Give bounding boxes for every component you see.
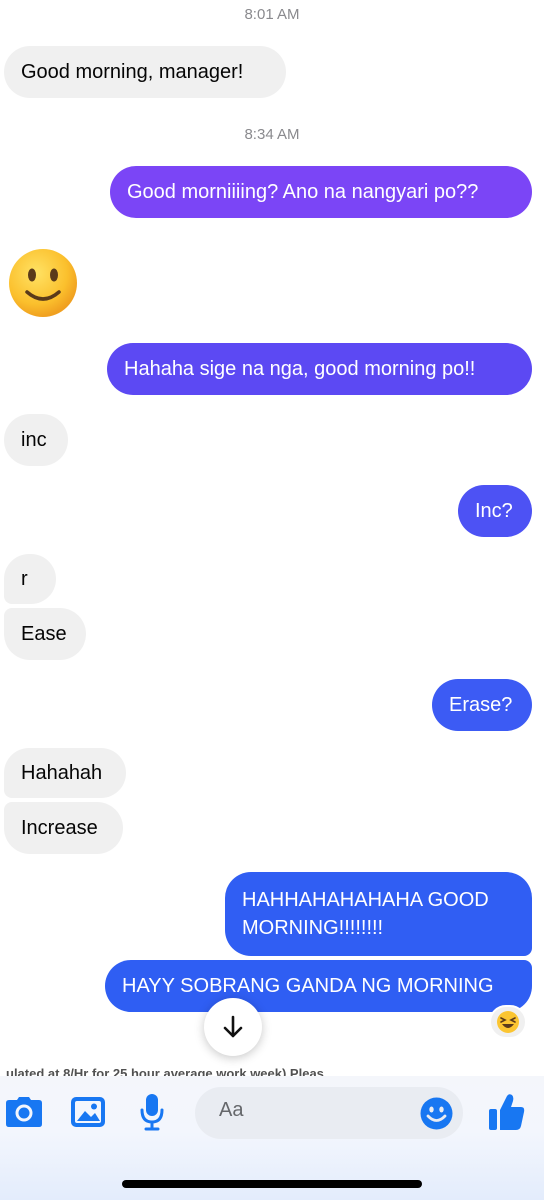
timestamp: 8:34 AM (244, 126, 300, 143)
scroll-to-bottom-button[interactable] (204, 998, 262, 1056)
reaction-badge[interactable] (489, 1005, 527, 1039)
timestamp: 8:01 AM (244, 6, 300, 23)
laughing-squinting-face-icon (497, 1011, 519, 1033)
message-outgoing[interactable]: Good morniiiing? Ano na nangyari po?? (110, 166, 532, 218)
message-outgoing[interactable]: Hahaha sige na nga, good morning po!! (107, 343, 532, 395)
thumbs-up-icon[interactable] (488, 1092, 526, 1132)
message-incoming[interactable]: inc (4, 414, 68, 466)
camera-icon[interactable] (5, 1096, 43, 1128)
message-outgoing[interactable]: HAYY SOBRANG GANDA NG MORNING (105, 960, 532, 1012)
microphone-icon[interactable] (139, 1093, 165, 1131)
message-input-placeholder: Aa (219, 1099, 244, 1121)
slightly-smiling-face-icon[interactable] (8, 248, 78, 318)
message-incoming[interactable]: Increase (4, 802, 123, 854)
photo-icon[interactable] (70, 1096, 106, 1128)
message-outgoing[interactable]: HAHHAHAHAHAHA GOOD MORNING!!!!!!!! (225, 872, 532, 956)
message-outgoing[interactable]: Erase? (432, 679, 532, 731)
emoji-icon[interactable] (420, 1097, 453, 1130)
message-incoming[interactable]: Good morning, manager! (4, 46, 286, 98)
message-incoming[interactable]: Ease (4, 608, 86, 660)
message-incoming[interactable]: Hahahah (4, 748, 126, 798)
message-outgoing[interactable]: Inc? (458, 485, 532, 537)
message-incoming[interactable]: r (4, 554, 56, 604)
home-indicator (122, 1180, 422, 1188)
arrow-down-icon (223, 1015, 243, 1038)
